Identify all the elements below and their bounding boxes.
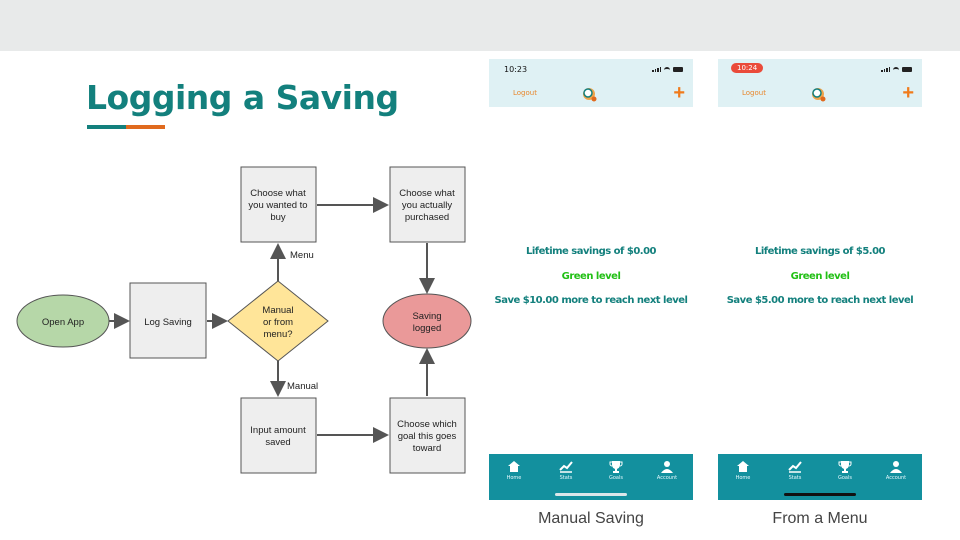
level-text: Green level — [561, 271, 621, 282]
logout-link[interactable]: Logout — [513, 89, 537, 97]
tab-home-label: Home — [735, 475, 751, 481]
choose-wanted-line-3: buy — [270, 212, 286, 223]
app-logo-icon — [812, 88, 826, 102]
wifi-icon — [893, 67, 899, 72]
node-log-saving-label: Log Saving — [144, 317, 192, 328]
tab-account-label: Account — [885, 475, 907, 481]
battery-icon — [902, 67, 912, 72]
home-icon — [737, 461, 749, 472]
battery-icon — [673, 67, 683, 72]
trophy-icon — [609, 461, 623, 473]
wifi-icon — [664, 67, 670, 72]
add-button[interactable]: + — [902, 82, 914, 104]
input-amount-line-2: saved — [265, 437, 290, 448]
tab-account[interactable]: Account — [647, 454, 687, 500]
node-choose-purchased: Choose what you actually purchased — [389, 166, 466, 243]
choose-goal-line-2: goal this goes — [398, 431, 457, 442]
phone-screen-manual: 10:23 Logout + Lifetime savings of $0.00… — [489, 59, 693, 500]
node-saving-logged: Saving logged — [382, 293, 472, 349]
choose-purchased-line-2: you actually — [402, 200, 452, 211]
level-text: Green level — [790, 271, 850, 282]
status-icons — [652, 67, 683, 72]
tab-home[interactable]: Home — [494, 454, 534, 500]
choose-goal-line-3: toward — [413, 443, 442, 454]
app-nav-bar: Logout + — [489, 81, 693, 107]
top-band — [0, 0, 960, 51]
add-button[interactable]: + — [673, 82, 685, 104]
saving-logged-line-2: logged — [413, 323, 442, 334]
status-icons — [881, 67, 912, 72]
app-logo-icon — [583, 88, 597, 102]
underline-orange — [126, 125, 165, 129]
next-level-text: Save $10.00 more to reach next level — [494, 295, 688, 306]
choose-purchased-line-1: Choose what — [399, 188, 455, 199]
stats-icon — [559, 461, 573, 473]
tab-goals-label: Goals — [609, 475, 623, 481]
saving-logged-line-1: Saving — [412, 311, 441, 322]
tab-stats-label: Stats — [788, 475, 802, 481]
stats-icon — [788, 461, 802, 473]
person-icon — [661, 461, 673, 473]
node-log-saving: Log Saving — [129, 282, 207, 359]
node-choose-goal: Choose which goal this goes toward — [389, 397, 466, 474]
signal-icon — [881, 67, 890, 72]
choose-wanted-line-2: you wanted to — [248, 200, 307, 211]
app-nav-bar: Logout + — [718, 81, 922, 107]
signal-icon — [652, 67, 661, 72]
phone-screen-menu: 10:24 Logout + Lifetime savings of $5.00… — [718, 59, 922, 500]
tab-home[interactable]: Home — [723, 454, 763, 500]
choose-wanted-line-1: Choose what — [250, 188, 306, 199]
node-open-app: Open App — [16, 294, 110, 348]
caption-menu: From a Menu — [772, 510, 868, 527]
title-underline — [87, 125, 165, 129]
edge-label-menu: Menu — [290, 250, 314, 261]
node-open-app-label: Open App — [42, 317, 84, 328]
person-icon — [890, 461, 902, 473]
home-indicator — [555, 493, 627, 496]
next-level-text: Save $5.00 more to reach next level — [726, 295, 914, 306]
logout-link[interactable]: Logout — [742, 89, 766, 97]
flowchart: Open App Log Saving Manual or from menu?… — [16, 166, 472, 474]
node-decision: Manual or from menu? — [227, 280, 329, 362]
tab-stats-label: Stats — [559, 475, 573, 481]
home-indicator — [784, 493, 856, 496]
lifetime-savings-text: Lifetime savings of $5.00 — [754, 246, 886, 257]
input-amount-line-1: Input amount — [250, 425, 306, 436]
tab-account-label: Account — [656, 475, 678, 481]
tab-goals-label: Goals — [838, 475, 852, 481]
node-choose-wanted: Choose what you wanted to buy — [240, 166, 317, 243]
decision-line-1: Manual — [262, 305, 293, 316]
trophy-icon — [838, 461, 852, 473]
status-bar: 10:24 — [718, 59, 922, 81]
choose-purchased-line-3: purchased — [405, 212, 449, 223]
decision-line-3: menu? — [263, 329, 292, 340]
status-bar: 10:23 — [489, 59, 693, 81]
tab-account[interactable]: Account — [876, 454, 916, 500]
status-time: 10:23 — [504, 65, 528, 74]
lifetime-savings-text: Lifetime savings of $0.00 — [525, 246, 657, 257]
slide-title: Logging a Saving — [86, 78, 399, 117]
edge-label-manual: Manual — [287, 381, 318, 392]
caption-manual: Manual Saving — [538, 510, 644, 527]
underline-teal — [87, 125, 126, 129]
tab-home-label: Home — [506, 475, 522, 481]
node-input-amount: Input amount saved — [240, 397, 317, 474]
choose-goal-line-1: Choose which — [397, 419, 457, 430]
decision-line-2: or from — [263, 317, 293, 328]
status-time: 10:24 — [731, 63, 764, 73]
home-icon — [508, 461, 520, 472]
